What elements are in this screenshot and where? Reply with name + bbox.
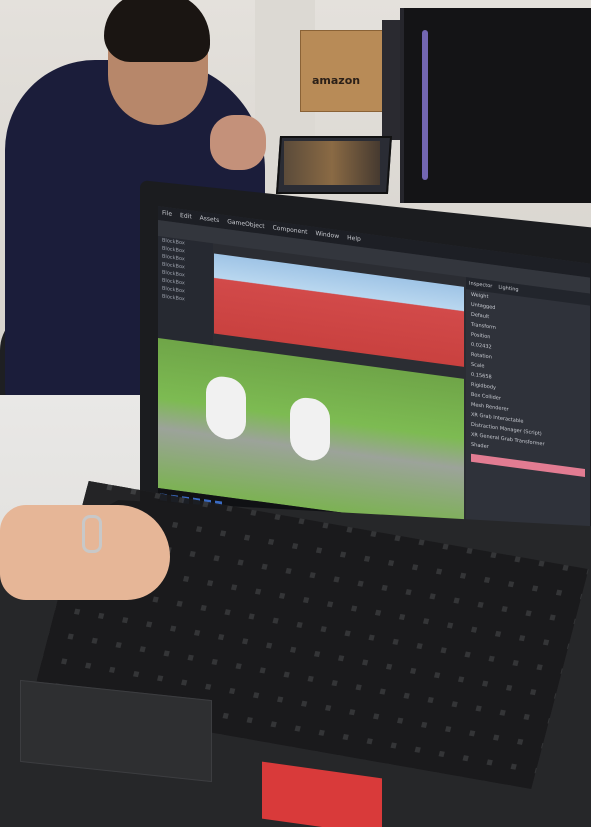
vr-left-hand [206,374,246,442]
background-laptop-screen [284,141,380,185]
menu-window[interactable]: Window [315,230,339,240]
menu-file[interactable]: File [162,210,172,218]
vr-right-hand [290,395,330,463]
box-brand-text: amazon [312,74,361,87]
person-hair [104,0,210,62]
tab-inspector[interactable]: Inspector [469,280,492,289]
menu-component[interactable]: Component [273,224,308,236]
finger-ring [82,515,102,553]
pc-tower-light [422,30,428,180]
cardboard-box [300,30,392,112]
photo-scene: amazon File Edit Assets GameObject Component… [0,0,591,827]
menu-gameobject[interactable]: GameObject [227,218,264,230]
pc-tower [400,8,591,203]
menu-help[interactable]: Help [347,234,361,243]
person-fist [210,115,266,170]
tab-lighting[interactable]: Lighting [498,284,518,293]
menu-edit[interactable]: Edit [180,212,192,221]
menu-assets[interactable]: Assets [200,215,220,225]
